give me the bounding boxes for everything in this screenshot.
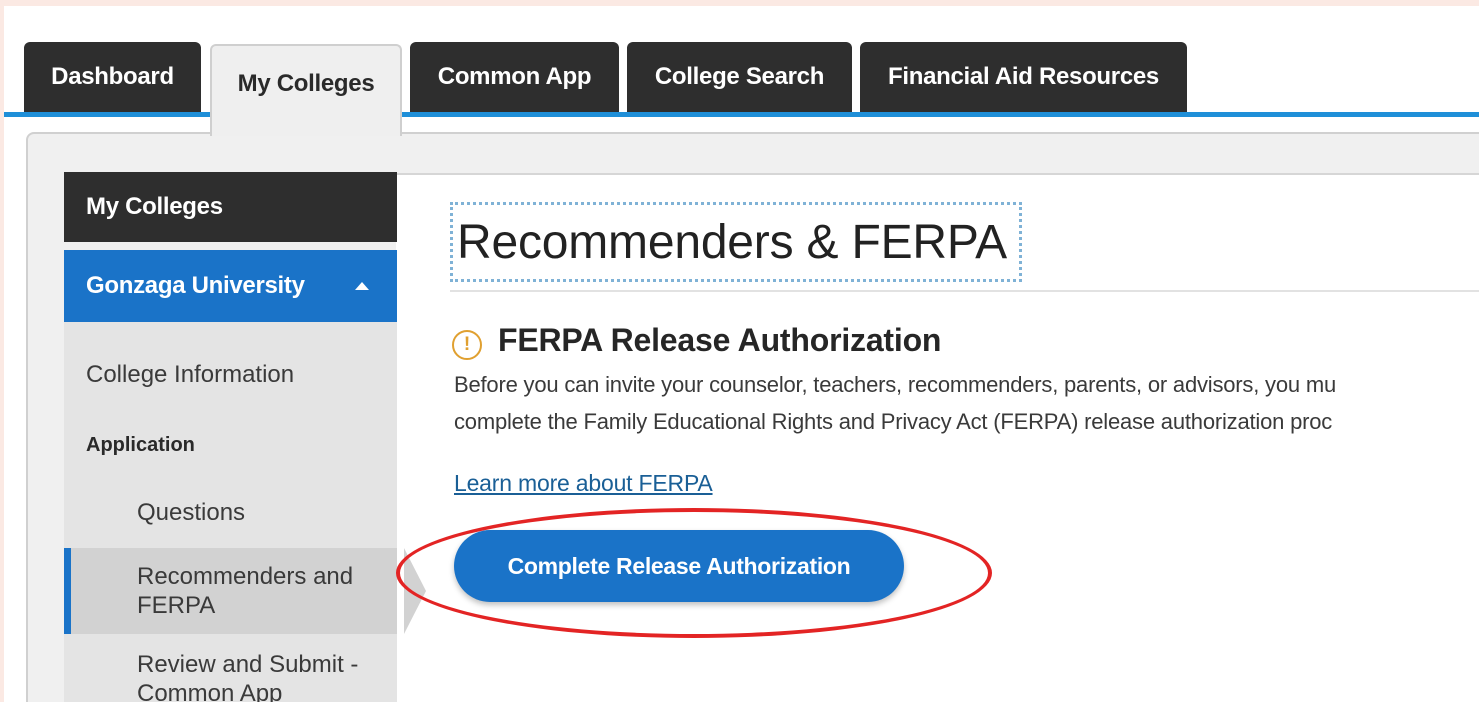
- sidebar-nav-list: College Information Application Question…: [64, 322, 426, 702]
- sidebar-item-label: Common App: [137, 680, 283, 702]
- sidebar-item-gonzaga-university[interactable]: Gonzaga University: [64, 250, 397, 322]
- sidebar-header: My Colleges: [64, 172, 397, 242]
- page-title: Recommenders & FERPA: [450, 202, 1022, 282]
- tab-my-colleges[interactable]: My Colleges: [210, 44, 402, 136]
- tab-bar: Dashboard My Colleges Common App College…: [4, 6, 1479, 136]
- tab-financial-aid-resources[interactable]: Financial Aid Resources: [860, 42, 1187, 112]
- description-line: complete the Family Educational Rights a…: [454, 409, 1333, 434]
- tab-common-app[interactable]: Common App: [410, 42, 619, 112]
- ferpa-description: Before you can invite your counselor, te…: [454, 366, 1479, 440]
- sidebar-item-questions[interactable]: Questions: [64, 498, 397, 527]
- caret-up-icon[interactable]: [355, 282, 369, 290]
- sidebar-item-label: Review and Submit -: [137, 651, 359, 678]
- warning-circle-icon: !: [452, 330, 482, 360]
- sidebar-section-application: Application: [86, 434, 195, 456]
- sidebar-item-recommenders-and-ferpa[interactable]: Recommenders and FERPA: [64, 548, 426, 634]
- title-divider: [450, 290, 1479, 292]
- active-pointer: [404, 548, 426, 634]
- screenshot-stage: Dashboard My Colleges Common App College…: [4, 6, 1479, 702]
- tab-college-search[interactable]: College Search: [627, 42, 852, 112]
- sidebar: My Colleges Gonzaga University College I…: [64, 172, 426, 702]
- section-heading: FERPA Release Authorization: [498, 322, 942, 358]
- description-line: Before you can invite your counselor, te…: [454, 372, 1336, 397]
- learn-more-ferpa-link[interactable]: Learn more about FERPA: [454, 470, 713, 497]
- sidebar-item-review-and-submit[interactable]: Review and Submit - Common App: [64, 650, 397, 702]
- sidebar-item-college-information[interactable]: College Information: [64, 360, 397, 389]
- sidebar-college-label: Gonzaga University: [86, 272, 305, 299]
- tab-dashboard[interactable]: Dashboard: [24, 42, 201, 112]
- sidebar-item-label: Recommenders and: [137, 563, 354, 590]
- complete-release-authorization-button[interactable]: Complete Release Authorization: [454, 530, 904, 602]
- sidebar-item-label: FERPA: [137, 592, 216, 619]
